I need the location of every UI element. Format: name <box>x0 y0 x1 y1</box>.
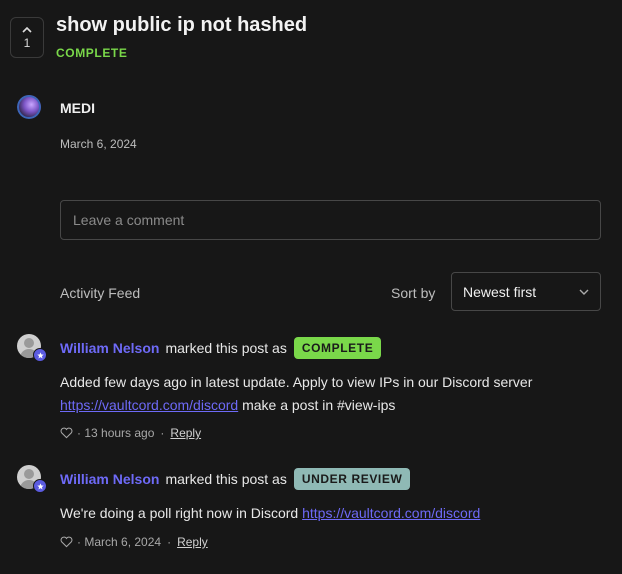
star-icon <box>33 348 47 362</box>
activity-action: marked this post as <box>165 471 287 487</box>
status-badge: UNDER REVIEW <box>293 468 411 490</box>
activity-time: March 6, 2024 <box>84 535 162 549</box>
reply-link[interactable]: Reply <box>177 535 208 549</box>
sort-by-label: Sort by <box>391 285 436 301</box>
activity-feed-label: Activity Feed <box>60 285 141 301</box>
activity-user-link[interactable]: William Nelson <box>60 471 159 487</box>
heart-icon[interactable] <box>60 536 73 548</box>
chevron-up-icon <box>22 26 32 33</box>
heart-icon[interactable] <box>60 427 73 439</box>
upvote-button[interactable]: 1 <box>10 17 44 58</box>
activity-message-after: make a post in #view-ips <box>242 397 396 413</box>
activity-text: We're doing a poll right now in Discord … <box>60 502 600 525</box>
sort-value: Newest first <box>463 283 537 300</box>
post-title: show public ip not hashed <box>56 14 308 36</box>
star-icon <box>33 479 47 493</box>
activity-header: William Nelson marked this post as UNDER… <box>60 468 411 490</box>
comment-input[interactable] <box>60 200 601 240</box>
activity-meta: · March 6, 2024 · Reply <box>60 535 208 549</box>
activity-message: Added few days ago in latest update. App… <box>60 374 533 390</box>
vote-count: 1 <box>23 35 31 50</box>
chevron-down-icon <box>579 289 589 295</box>
author-avatar <box>17 95 41 119</box>
activity-action: marked this post as <box>165 340 287 356</box>
status-badge: COMPLETE <box>293 337 382 359</box>
post-status: COMPLETE <box>56 46 128 60</box>
author-name: MEDI <box>60 100 95 116</box>
discord-link[interactable]: https://vaultcord.com/discord <box>302 505 480 521</box>
sort-select[interactable]: Newest first <box>451 272 601 311</box>
activity-time: 13 hours ago <box>84 426 155 440</box>
activity-meta: · 13 hours ago · Reply <box>60 426 201 440</box>
reply-link[interactable]: Reply <box>170 426 201 440</box>
post-date: March 6, 2024 <box>60 137 137 151</box>
activity-user-link[interactable]: William Nelson <box>60 340 159 356</box>
activity-message: We're doing a poll right now in Discord <box>60 505 299 521</box>
discord-link[interactable]: https://vaultcord.com/discord <box>60 397 238 413</box>
activity-text: Added few days ago in latest update. App… <box>60 371 600 417</box>
activity-header: William Nelson marked this post as COMPL… <box>60 337 382 359</box>
